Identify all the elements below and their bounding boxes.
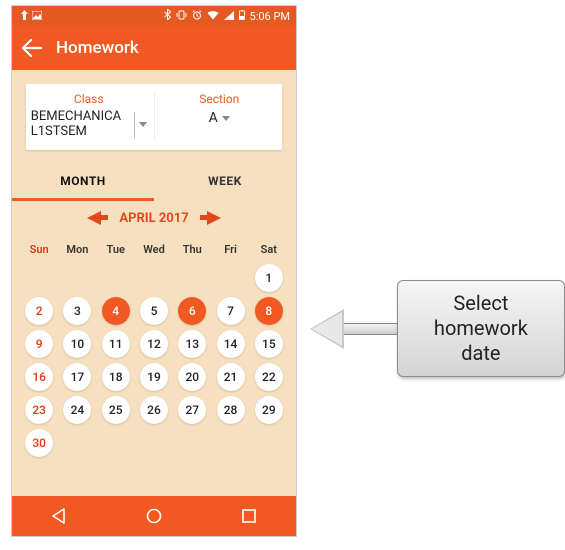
calendar-day[interactable]: 11 — [102, 330, 130, 358]
callout-box: Select homework date — [397, 280, 565, 377]
calendar-day[interactable]: 18 — [102, 363, 130, 391]
phone-frame: 5:06 PM Homework Class BEMECHANICAL1STSE… — [12, 6, 296, 536]
calendar-day[interactable]: 26 — [140, 396, 168, 424]
dow-header: Thu — [173, 238, 211, 264]
calendar-day[interactable]: 1 — [255, 264, 283, 292]
section-label: Section — [157, 92, 283, 106]
class-section-card: Class BEMECHANICAL1STSEM Section A — [26, 84, 282, 150]
section-dropdown[interactable]: Section A — [157, 92, 283, 140]
calendar-day[interactable]: 21 — [217, 363, 245, 391]
calendar-day[interactable]: 3 — [63, 297, 91, 325]
text-cursor — [134, 112, 135, 138]
next-month-icon[interactable] — [207, 211, 221, 225]
chevron-down-icon — [139, 122, 147, 127]
calendar-day[interactable]: 25 — [102, 396, 130, 424]
calendar-day[interactable]: 2 — [25, 297, 53, 325]
view-tabs: MONTH WEEK — [12, 164, 296, 201]
calendar-grid: 1234567891011121314151617181920212223242… — [12, 264, 296, 457]
dow-header: Fri — [211, 238, 249, 264]
calendar-day[interactable]: 10 — [63, 330, 91, 358]
dow-header: Sat — [250, 238, 288, 264]
divider — [154, 92, 155, 140]
page-title: Homework — [56, 38, 139, 58]
calendar-day[interactable]: 12 — [140, 330, 168, 358]
arrow-stem — [344, 323, 397, 335]
calendar-day[interactable]: 24 — [63, 396, 91, 424]
section-value: A — [209, 110, 218, 126]
dow-header: Tue — [97, 238, 135, 264]
calendar-day[interactable]: 17 — [63, 363, 91, 391]
class-value: BEMECHANICAL1STSEM — [31, 110, 127, 140]
bluetooth-icon — [164, 9, 171, 23]
signal-icon — [224, 10, 234, 23]
app-bar: Homework — [12, 26, 296, 70]
nav-back-icon[interactable] — [35, 507, 83, 525]
system-navbar — [12, 496, 296, 536]
calendar-day[interactable]: 7 — [217, 297, 245, 325]
dow-header: Mon — [58, 238, 96, 264]
arrow-left-icon — [310, 309, 344, 349]
back-icon[interactable] — [22, 39, 42, 57]
calendar-day[interactable]: 23 — [25, 396, 53, 424]
battery-icon — [239, 10, 245, 23]
calendar-day[interactable]: 5 — [140, 297, 168, 325]
chevron-down-icon — [222, 116, 230, 121]
callout-line2: homework date — [416, 316, 546, 366]
dow-header: Wed — [135, 238, 173, 264]
month-navigator: APRIL 2017 — [12, 211, 296, 226]
tab-month[interactable]: MONTH — [12, 164, 154, 201]
picture-icon — [32, 10, 42, 23]
calendar-day[interactable]: 8 — [255, 297, 283, 325]
callout-line1: Select — [416, 291, 546, 316]
calendar-day[interactable]: 28 — [217, 396, 245, 424]
alarm-icon — [192, 10, 202, 23]
wifi-icon — [207, 10, 219, 23]
vibrate-icon — [176, 10, 187, 23]
calendar-day[interactable]: 15 — [255, 330, 283, 358]
nav-recent-icon[interactable] — [225, 508, 273, 524]
calendar-day[interactable]: 30 — [25, 429, 53, 457]
calendar-day[interactable]: 4 — [102, 297, 130, 325]
upload-icon — [20, 10, 29, 23]
class-label: Class — [26, 92, 152, 106]
calendar-day[interactable]: 19 — [140, 363, 168, 391]
calendar-day[interactable]: 27 — [178, 396, 206, 424]
calendar-day[interactable]: 6 — [178, 297, 206, 325]
calendar-day[interactable]: 9 — [25, 330, 53, 358]
day-header-row: SunMonTueWedThuFriSat — [12, 238, 296, 264]
status-bar: 5:06 PM — [12, 6, 296, 26]
calendar-day[interactable]: 20 — [178, 363, 206, 391]
calendar-day[interactable]: 14 — [217, 330, 245, 358]
calendar-day[interactable]: 22 — [255, 363, 283, 391]
calendar-day[interactable]: 16 — [25, 363, 53, 391]
current-month-label: APRIL 2017 — [119, 211, 188, 226]
nav-home-icon[interactable] — [130, 507, 178, 525]
calendar-day[interactable]: 29 — [255, 396, 283, 424]
prev-month-icon[interactable] — [87, 211, 101, 225]
clock-text: 5:06 PM — [250, 10, 290, 23]
tab-week[interactable]: WEEK — [154, 164, 296, 201]
dow-header: Sun — [20, 238, 58, 264]
calendar-day[interactable]: 13 — [178, 330, 206, 358]
class-dropdown[interactable]: Class BEMECHANICAL1STSEM — [26, 92, 152, 140]
annotation-callout: Select homework date — [310, 280, 565, 377]
